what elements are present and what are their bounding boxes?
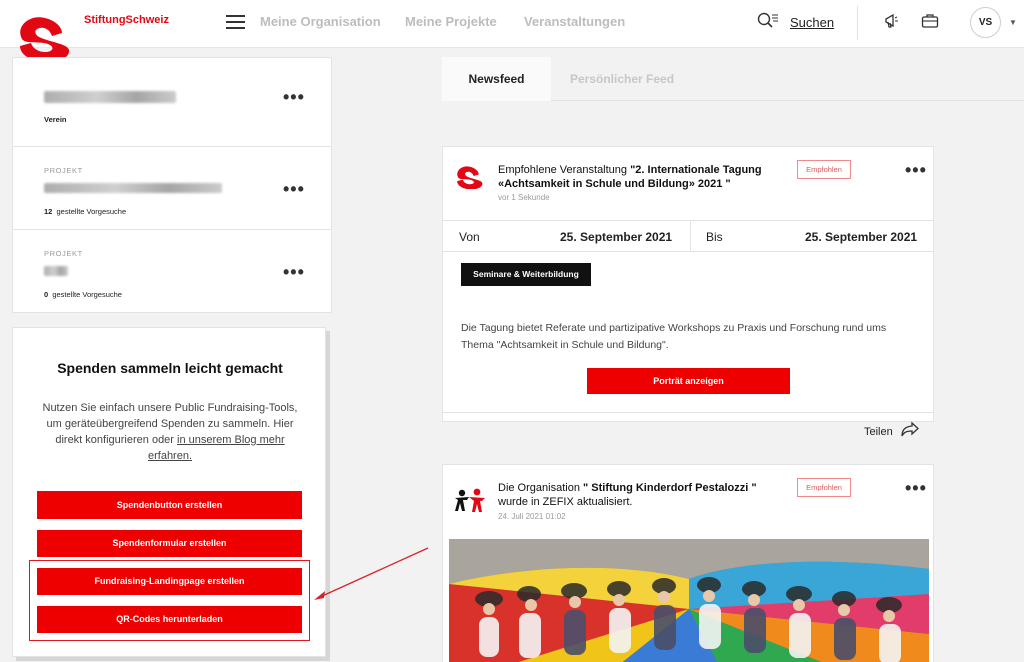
post-timestamp: 24. Juli 2021 01:02 [498, 512, 566, 521]
top-navigation: StiftungSchweiz Meine Organisation Meine… [0, 0, 1024, 60]
nav-events[interactable]: Veranstaltungen [524, 14, 625, 29]
feed-post-organisation: Die Organisation " Stiftung Kinderdorf P… [442, 464, 934, 662]
pestalozzi-logo [455, 488, 485, 512]
children-parachute-image [449, 539, 929, 662]
annotation-arrow [314, 547, 429, 600]
share-icon[interactable] [901, 421, 919, 437]
organisation-type: Verein [44, 115, 67, 124]
redacted-project-name [44, 266, 68, 276]
from-date: 25. September 2021 [560, 230, 673, 244]
menu-icon[interactable] [226, 15, 245, 29]
create-donation-button[interactable]: Spendenbutton erstellen [37, 491, 302, 519]
redacted-organisation-name [44, 91, 176, 103]
recommended-badge: Empfohlen [797, 478, 851, 497]
organisation-row[interactable]: ••• Verein [13, 58, 331, 147]
more-options-icon[interactable]: ••• [905, 479, 927, 497]
fundraising-title: Spenden sammeln leicht gemacht [57, 360, 283, 376]
user-avatar[interactable]: VS [970, 7, 1001, 38]
tab-newsfeed[interactable]: Newsfeed [442, 57, 551, 101]
more-options-icon[interactable]: ••• [283, 263, 305, 281]
fundraising-description: Nutzen Sie einfach unsere Public Fundrai… [42, 402, 298, 462]
recommended-badge: Empfohlen [797, 160, 851, 179]
share-link[interactable]: Teilen [864, 426, 893, 438]
feed-tabs: Newsfeed Persönlicher Feed [442, 57, 1024, 101]
post-timestamp: vor 1 Sekunde [498, 193, 550, 202]
project-row[interactable]: PROJEKT ••• 12 gestellte Vorgesuche [13, 147, 331, 230]
highlight-annotation-box [29, 560, 310, 641]
brand-name[interactable]: StiftungSchweiz [84, 14, 169, 26]
organisation-card: ••• Verein PROJEKT ••• 12 gestellte Vorg… [12, 57, 332, 313]
project-caption: PROJEKT [44, 166, 83, 175]
search-link[interactable]: Suchen [790, 15, 834, 30]
project-row[interactable]: PROJEKT ••• 0 gestellte Vorgesuche [13, 230, 331, 313]
project-caption: PROJEKT [44, 249, 83, 258]
stiftungschweiz-logo [457, 166, 483, 189]
post-footer-divider [443, 412, 933, 413]
stiftungschweiz-logo[interactable] [12, 12, 78, 60]
briefcase-icon[interactable] [921, 13, 939, 29]
request-count: 12 gestellte Vorgesuche [44, 207, 127, 216]
nav-my-projects[interactable]: Meine Projekte [405, 14, 497, 29]
tab-divider [551, 100, 1024, 101]
view-portrait-button[interactable]: Porträt anzeigen [587, 368, 790, 394]
more-options-icon[interactable]: ••• [283, 88, 305, 106]
request-count: 0 gestellte Vorgesuche [44, 290, 122, 299]
from-label: Von [459, 230, 480, 244]
megaphone-icon[interactable] [884, 13, 900, 29]
post-description: Die Tagung bietet Referate und partizipa… [461, 322, 887, 351]
search-icon[interactable] [757, 11, 779, 31]
post-photo[interactable] [449, 539, 929, 662]
nav-my-organisation[interactable]: Meine Organisation [260, 14, 381, 29]
tab-personal-feed[interactable]: Persönlicher Feed [570, 57, 674, 101]
post-title[interactable]: Empfohlene Veranstaltung "2. Internation… [498, 163, 788, 191]
more-options-icon[interactable]: ••• [905, 161, 927, 179]
to-date: 25. September 2021 [805, 230, 918, 244]
feed-post-event: Empfohlene Veranstaltung "2. Internation… [442, 146, 934, 438]
more-options-icon[interactable]: ••• [283, 180, 305, 198]
redacted-project-name [44, 183, 222, 193]
nav-divider [857, 6, 858, 40]
to-label: Bis [706, 230, 723, 244]
category-tag[interactable]: Seminare & Weiterbildung [461, 263, 591, 286]
chevron-down-icon[interactable]: ▼ [1009, 18, 1017, 27]
date-divider [690, 221, 691, 251]
event-dates: Von 25. September 2021 Bis 25. September… [443, 220, 933, 252]
post-title[interactable]: Die Organisation " Stiftung Kinderdorf P… [498, 481, 788, 509]
create-donation-form-button[interactable]: Spendenformular erstellen [37, 530, 302, 557]
